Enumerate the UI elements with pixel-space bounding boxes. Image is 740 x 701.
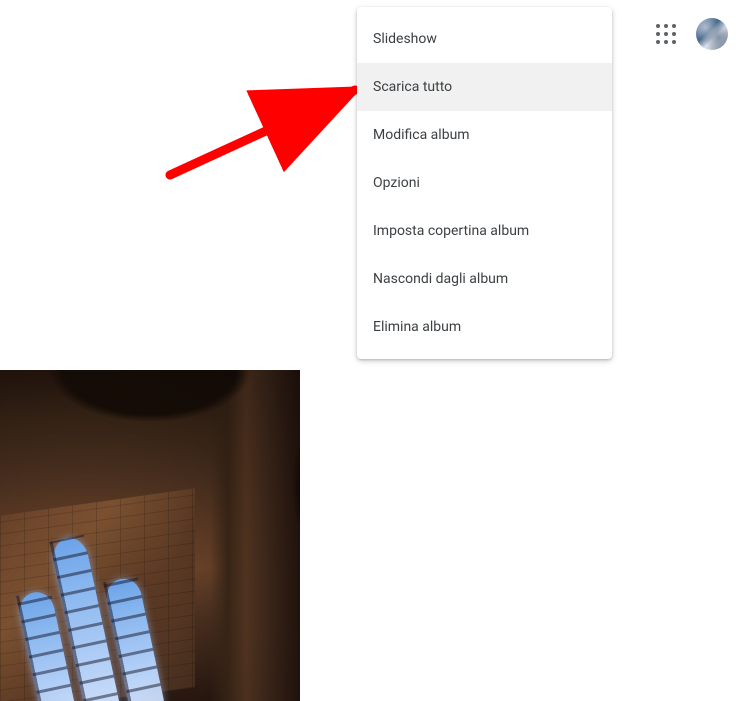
menu-item-slideshow[interactable]: Slideshow — [357, 15, 612, 63]
top-bar — [654, 18, 728, 50]
menu-item-set-cover[interactable]: Imposta copertina album — [357, 207, 612, 255]
avatar[interactable] — [696, 18, 728, 50]
apps-grid-icon[interactable] — [654, 22, 678, 46]
menu-item-hide-from-albums[interactable]: Nascondi dagli album — [357, 255, 612, 303]
options-menu: Slideshow Scarica tutto Modifica album O… — [357, 7, 612, 359]
annotation-arrow-icon — [150, 60, 380, 190]
menu-item-download-all[interactable]: Scarica tutto — [357, 63, 612, 111]
menu-item-options[interactable]: Opzioni — [357, 159, 612, 207]
album-photo-thumbnail[interactable] — [0, 370, 300, 701]
menu-item-edit-album[interactable]: Modifica album — [357, 111, 612, 159]
menu-item-delete-album[interactable]: Elimina album — [357, 303, 612, 351]
